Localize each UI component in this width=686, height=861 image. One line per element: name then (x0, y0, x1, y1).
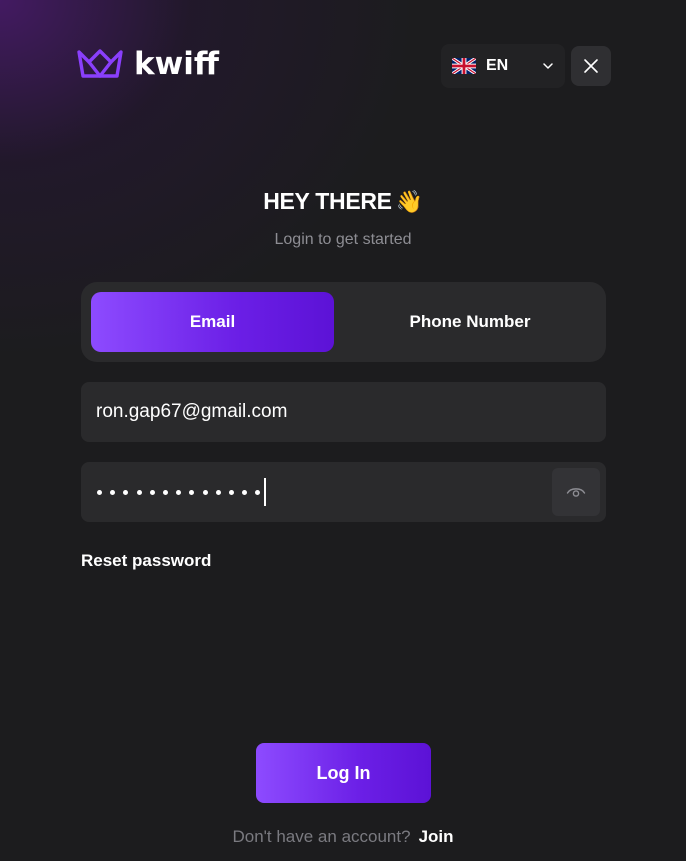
login-button[interactable]: Log In (256, 743, 431, 803)
password-field-container (81, 462, 606, 522)
join-link[interactable]: Join (419, 827, 454, 846)
signup-prompt-text: Don't have an account? (232, 827, 411, 846)
login-page: kwiff EN HEY THERE 👋 Login to get started… (0, 0, 686, 861)
close-button[interactable] (571, 46, 611, 86)
page-subtitle: Login to get started (274, 231, 412, 248)
crown-logo-icon (77, 49, 123, 78)
page-title: HEY THERE 👋 (0, 186, 686, 217)
tab-phone-number[interactable]: Phone Number (344, 292, 596, 352)
password-field[interactable] (81, 462, 606, 522)
tab-email[interactable]: Email (91, 292, 334, 352)
uk-flag-icon (452, 58, 476, 74)
email-field-container (81, 382, 606, 442)
eye-icon (566, 488, 586, 497)
reset-password-link[interactable]: Reset password (81, 550, 211, 572)
close-icon (584, 59, 598, 73)
login-method-tabs: Email Phone Number (81, 282, 606, 362)
chevron-down-icon (543, 63, 553, 69)
toggle-password-visibility-button[interactable] (552, 468, 600, 516)
language-code: EN (486, 57, 509, 74)
waving-hand-icon: 👋 (395, 189, 423, 214)
page-title-text: HEY THERE (263, 188, 392, 214)
email-field[interactable] (81, 382, 606, 442)
signup-prompt-row: Don't have an account? Join (0, 826, 686, 848)
kwiff-logo[interactable]: kwiff (76, 46, 219, 82)
brand-name: kwiff (134, 46, 219, 82)
language-selector[interactable]: EN (441, 44, 565, 88)
